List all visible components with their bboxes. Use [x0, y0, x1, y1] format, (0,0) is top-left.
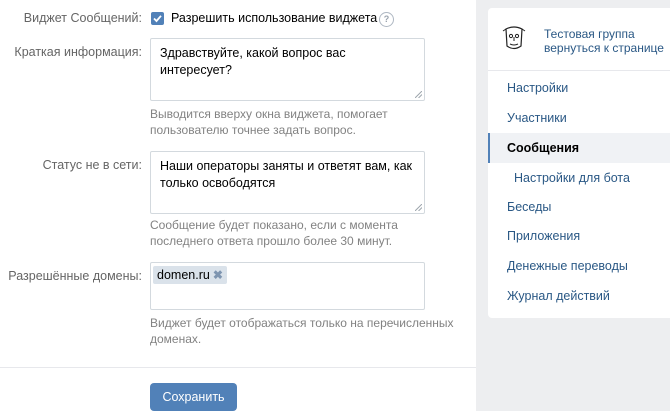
- sidebar-item-members[interactable]: Участники: [488, 103, 670, 133]
- save-button[interactable]: Сохранить: [150, 383, 237, 411]
- checkmark-icon: [153, 15, 162, 23]
- group-avatar[interactable]: [500, 24, 528, 52]
- sidebar: Тестовая группа вернуться к странице Нас…: [488, 8, 670, 318]
- remove-icon[interactable]: ✖: [213, 266, 223, 284]
- sidebar-item-money-transfers[interactable]: Денежные переводы: [488, 251, 670, 281]
- form-divider: [0, 367, 476, 368]
- intro-textarea[interactable]: Здравствуйте, какой вопрос вас интересуе…: [150, 38, 425, 101]
- offline-label: Статус не в сети:: [42, 158, 142, 172]
- domains-label: Разрешённые домены:: [8, 269, 142, 283]
- widget-label: Виджет Сообщений:: [23, 11, 142, 25]
- group-name-link[interactable]: Тестовая группа: [544, 27, 635, 41]
- sidebar-item-bot-settings[interactable]: Настройки для бота: [488, 163, 670, 193]
- sidebar-divider: [488, 70, 670, 71]
- domains-hint: Виджет будет отображаться только на пере…: [150, 316, 454, 346]
- sidebar-item-action-log[interactable]: Журнал действий: [488, 281, 670, 311]
- widget-enable-checkbox[interactable]: [151, 12, 164, 25]
- back-to-page-link[interactable]: вернуться к странице: [544, 41, 664, 55]
- sidebar-item-chats[interactable]: Беседы: [488, 192, 670, 222]
- sidebar-item-messages[interactable]: Сообщения: [488, 133, 670, 163]
- sidebar-item-apps[interactable]: Приложения: [488, 221, 670, 251]
- resize-handle-icon[interactable]: [415, 204, 422, 211]
- offline-textarea-value: Наши операторы заняты и ответят вам, как…: [160, 159, 412, 190]
- resize-handle-icon[interactable]: [415, 91, 422, 98]
- domain-tag: domen.ru ✖: [153, 266, 227, 284]
- intro-hint: Выводится вверху окна виджета, помогает …: [150, 107, 388, 137]
- offline-textarea[interactable]: Наши операторы заняты и ответят вам, как…: [150, 151, 425, 214]
- offline-hint: Сообщение будет показано, если с момента…: [150, 218, 398, 248]
- intro-textarea-value: Здравствуйте, какой вопрос вас интересуе…: [160, 46, 346, 77]
- domain-tag-label: domen.ru: [157, 268, 210, 282]
- settings-form-panel: Виджет Сообщений: Разрешить использовани…: [0, 0, 476, 411]
- sidebar-item-settings[interactable]: Настройки: [488, 73, 670, 103]
- help-icon[interactable]: ?: [379, 12, 394, 27]
- widget-checkbox-label[interactable]: Разрешить использование виджета: [171, 11, 377, 25]
- intro-label: Краткая информация:: [14, 45, 142, 59]
